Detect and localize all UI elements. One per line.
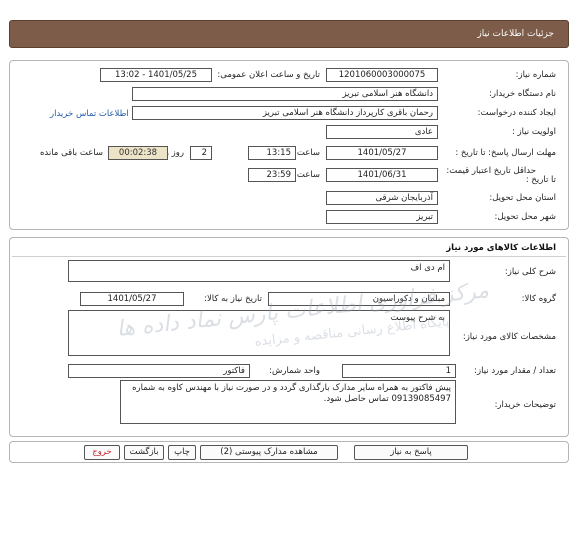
buyer-org-label: نام دستگاه خریدار: [489,89,556,99]
summary-field: ام دی اف [68,260,450,282]
qty-label: تعداد / مقدار مورد نیاز: [474,366,556,376]
priority-field: عادی [326,125,438,139]
buyer-org-field: دانشگاه هنر اسلامی تبریز [132,87,438,101]
reply-button[interactable]: پاسخ به نیاز [354,445,468,460]
unit-field: فاکتور [68,364,250,378]
reply-deadline-time-field: 13:15 [248,146,296,160]
remaining-time-field: 00:02:38 [108,146,168,160]
province-label: استان محل تحویل: [489,193,556,203]
group-label: گروه کالا: [521,294,556,304]
exit-button[interactable]: خروج [84,445,120,460]
validity-label: حداقل تاریخ اعتبار قیمت: [446,166,536,176]
unit-label: واحد شمارش: [269,366,320,376]
announce-label: تاریخ و ساعت اعلان عمومی: [217,70,320,80]
print-button[interactable]: چاپ [168,445,196,460]
need-date-field: 1401/05/27 [80,292,184,306]
page-title: جزئیات اطلاعات نیاز [477,29,554,39]
announce-field: 1401/05/25 - 13:02 [100,68,212,82]
validity-to-label: تا تاریخ : [525,175,556,185]
page-header: جزئیات اطلاعات نیاز [9,20,569,48]
reply-time-label: ساعت [296,148,320,158]
requester-field: رحمان باقری کارپرداز دانشگاه هنر اسلامی … [132,106,438,120]
reply-deadline-label: مهلت ارسال پاسخ: تا تاریخ : [455,148,556,158]
requester-label: ایجاد کننده درخواست: [477,108,556,118]
need-number-label: شماره نیاز: [515,70,556,80]
validity-time-field: 23:59 [248,168,296,182]
priority-label: اولویت نیاز : [511,127,556,137]
specs-label: مشخصات کالای مورد نیاز: [462,332,556,342]
need-number-field: 1201060003000075 [326,68,438,82]
goods-section-title: اطلاعات کالاهای مورد نیاز [446,243,556,253]
city-label: شهر محل تحویل: [494,212,556,222]
attachments-button[interactable]: مشاهده مدارک پیوستی (2) [200,445,338,460]
need-info-panel [9,60,569,230]
buyer-notes-label: توضیحات خریدار: [494,400,556,410]
qty-field: 1 [342,364,456,378]
validity-time-label: ساعت [296,170,320,180]
validity-date-field: 1401/06/31 [326,168,438,182]
days-remaining-field: 2 [190,146,212,160]
reply-deadline-date-field: 1401/05/27 [326,146,438,160]
remaining-time-label: ساعت باقی مانده [39,148,103,158]
goods-divider [12,256,566,257]
back-button[interactable]: بازگشت [124,445,164,460]
buyer-notes-field: پیش فاکتور به همراه سایر مدارک بارگذاری … [120,380,456,424]
city-field: تبریز [326,210,438,224]
summary-label: شرح کلی نیاز: [504,267,556,277]
province-field: آذربایجان شرقی [326,191,438,205]
buyer-contact-link[interactable]: اطلاعات تماس خریدار [50,109,129,119]
